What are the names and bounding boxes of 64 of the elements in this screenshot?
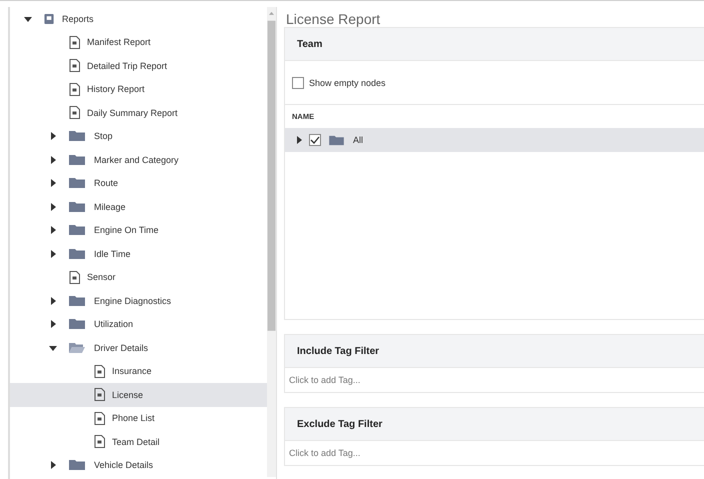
caret-icon[interactable] (49, 226, 57, 234)
document-icon (94, 364, 105, 378)
scrollbar-drawing[interactable] (267, 7, 276, 477)
document-icon (94, 412, 105, 425)
caret-icon[interactable] (49, 320, 57, 328)
folder-icon (69, 200, 85, 213)
document-icon (94, 435, 105, 448)
tree-item[interactable]: Idle Time (10, 242, 267, 266)
tree-item[interactable]: All (285, 128, 704, 152)
folder-icon (69, 224, 85, 236)
document-icon (69, 106, 80, 120)
tree-item[interactable]: Vehicle Details (10, 454, 267, 477)
card-header: Exclude Tag Filter (284, 407, 704, 441)
open-folder-icon (69, 342, 85, 354)
tree-item[interactable]: Detailed Trip Report (10, 54, 267, 78)
folder-icon (69, 154, 85, 166)
caret-icon[interactable] (49, 132, 57, 140)
caret-icon[interactable] (24, 14, 32, 23)
tree-item[interactable]: Route (10, 172, 267, 195)
document-icon (69, 36, 80, 49)
tree-item[interactable]: Phone List (10, 406, 267, 430)
folder-icon (69, 130, 85, 142)
caret-icon[interactable] (49, 156, 57, 164)
caret-icon[interactable] (49, 179, 57, 188)
folder-icon (69, 177, 85, 190)
book-icon (44, 12, 55, 25)
tree-item[interactable]: Stop (10, 124, 267, 148)
tree-item[interactable]: Daily Summary Report (10, 101, 267, 124)
tree-item[interactable]: Mileage (10, 195, 267, 218)
tree-item[interactable]: Utilization (10, 312, 267, 336)
folder-icon (69, 459, 85, 472)
tree-item[interactable]: License (10, 383, 267, 406)
folder-icon (69, 294, 85, 307)
folder-icon (69, 318, 85, 330)
tree-item[interactable]: Driver Details (10, 336, 267, 360)
card-header: Team (285, 28, 704, 61)
tag-input[interactable]: Click to add Tag... (284, 368, 704, 393)
tag-input[interactable]: Click to add Tag... (284, 441, 704, 466)
caret-icon[interactable] (49, 202, 57, 211)
caret-icon[interactable] (49, 461, 57, 470)
folder-icon (69, 248, 85, 260)
tree-item[interactable]: Manifest Report (10, 30, 267, 54)
document-icon (69, 270, 80, 284)
page-title: License Report (285, 11, 382, 27)
folder-icon (329, 134, 344, 146)
checkbox[interactable] (309, 134, 321, 146)
caret-icon[interactable] (295, 136, 303, 144)
caret-icon[interactable] (49, 250, 57, 258)
card-header: Include Tag Filter (284, 334, 704, 368)
document-icon (94, 388, 105, 402)
tree-item[interactable]: Marker and Category (10, 148, 267, 172)
checkbox[interactable]: Show empty nodes (285, 61, 704, 105)
tree-item[interactable]: Reports (10, 7, 267, 30)
tree-item[interactable]: Insurance (10, 360, 267, 383)
document-icon (69, 82, 80, 96)
tree-item[interactable]: Team Detail (10, 430, 267, 454)
caret-icon[interactable] (49, 296, 57, 305)
document-icon (69, 59, 80, 72)
tree-item[interactable]: History Report (10, 78, 267, 101)
tree-item[interactable]: Engine On Time (10, 218, 267, 242)
tree-item[interactable]: Sensor (10, 266, 267, 289)
checkbox-label: Show empty nodes (309, 78, 386, 88)
caret-icon[interactable] (49, 344, 57, 352)
tree-item[interactable]: Engine Diagnostics (10, 289, 267, 312)
